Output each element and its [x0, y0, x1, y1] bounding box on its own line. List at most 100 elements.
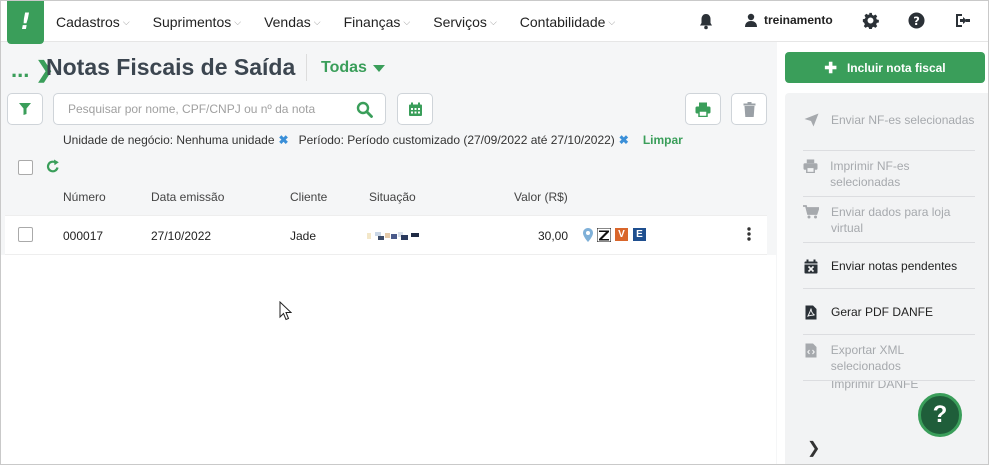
column-header-valor[interactable]: Valor (R$)	[514, 190, 568, 204]
badge-e[interactable]: E	[633, 228, 646, 241]
divider	[803, 334, 975, 335]
cell-cliente: Jade	[290, 229, 317, 243]
calendar-icon	[408, 102, 422, 116]
plus-icon: ✚	[824, 59, 837, 77]
z-logo-icon[interactable]	[597, 228, 611, 242]
chevron-down-icon: ⌵	[403, 17, 411, 27]
status-indicator	[367, 232, 419, 240]
menu-label: Vendas	[264, 13, 311, 30]
search-box	[53, 93, 386, 125]
menu-contabilidade[interactable]: Contabilidade ⌵	[520, 14, 615, 30]
page-title: Notas Fiscais de Saída	[46, 54, 296, 80]
chevron-down-icon: ⌵	[489, 17, 497, 27]
chevron-down-icon: ⌵	[313, 17, 321, 27]
caret-down-icon	[372, 64, 385, 72]
date-filter-button[interactable]	[397, 93, 433, 125]
badge-v[interactable]: V	[615, 228, 628, 241]
chevron-down-icon: ⌵	[122, 17, 130, 27]
column-header-data-emissao[interactable]: Data emissão	[151, 190, 224, 204]
print-icon	[803, 159, 818, 173]
action-send-nfes[interactable]: Enviar NF-es selecionadas	[803, 112, 975, 128]
clear-filters-link[interactable]: Limpar	[643, 133, 683, 147]
column-header-numero[interactable]: Número	[63, 190, 106, 204]
menu-cadastros[interactable]: Cadastros ⌵	[56, 14, 130, 30]
mouse-cursor-icon	[279, 301, 292, 321]
filter-button[interactable]	[7, 93, 43, 125]
chevron-right-icon[interactable]: ❯	[807, 438, 820, 458]
chevron-down-icon: ⌵	[608, 17, 616, 27]
menu-label: Finanças	[343, 13, 401, 30]
trash-icon	[743, 101, 755, 117]
delete-button[interactable]	[731, 93, 767, 125]
include-invoice-label: Incluir nota fiscal	[846, 60, 946, 75]
help-button[interactable]: ?	[918, 393, 962, 437]
filter-icon	[19, 103, 31, 115]
pdf-icon	[803, 305, 819, 320]
action-label: Exportar XML selecionados	[830, 343, 904, 373]
code-file-icon	[803, 343, 819, 358]
action-export-xml[interactable]: Exportar XML selecionados	[803, 342, 975, 374]
user-name: treinamento	[764, 13, 833, 27]
status-filter-dropdown[interactable]: Todas	[321, 59, 385, 77]
remove-filter-icon[interactable]: ✖	[619, 133, 629, 147]
user-menu[interactable]: treinamento	[744, 13, 833, 27]
menu-servicos[interactable]: Serviços ⌵	[433, 14, 497, 30]
action-send-store[interactable]: Enviar dados para loja virtual	[803, 204, 975, 236]
cell-numero: 000017	[63, 229, 104, 243]
cart-icon	[803, 205, 819, 219]
menu-vendas[interactable]: Vendas ⌵	[264, 14, 321, 30]
gear-icon[interactable]	[862, 12, 879, 29]
refresh-icon[interactable]	[46, 159, 60, 174]
more-options-icon[interactable]	[747, 227, 751, 241]
action-label: Imprimir NF-es selecionadas	[830, 159, 910, 189]
remove-filter-icon[interactable]: ✖	[279, 133, 289, 147]
cell-valor: 30,00	[538, 229, 569, 243]
menu-label: Suprimentos	[152, 13, 232, 30]
menu-label: Contabilidade	[519, 13, 606, 30]
content-area	[1, 255, 776, 464]
menu-financas[interactable]: Finanças ⌵	[344, 14, 411, 30]
action-generate-pdf[interactable]: Gerar PDF DANFE	[803, 304, 975, 320]
app-logo[interactable]: !	[7, 1, 44, 44]
divider	[306, 54, 307, 81]
search-input[interactable]	[68, 94, 348, 124]
action-print-danfe[interactable]: Imprimir DANFE	[803, 381, 975, 393]
breadcrumb-ellipsis: ...	[11, 57, 30, 82]
chevron-down-icon: ⌵	[234, 17, 242, 27]
menu-label: Serviços	[433, 13, 487, 30]
help-circle-icon[interactable]: ?	[908, 12, 925, 29]
calendar-x-icon	[803, 259, 819, 274]
filter-chip-period: Período: Período customizado (27/09/2022…	[298, 133, 615, 147]
row-checkbox[interactable]	[18, 227, 33, 242]
action-label: Imprimir DANFE	[831, 381, 919, 391]
main-menu: Cadastros ⌵ Suprimentos ⌵ Vendas ⌵ Finanças…	[56, 1, 638, 42]
filter-chip-business-unit: Unidade de negócio: Nenhuma unidade	[63, 133, 275, 147]
actions-scroll-clip: Imprimir DANFE	[785, 381, 988, 393]
divider	[803, 242, 975, 243]
select-all-checkbox[interactable]	[18, 160, 33, 175]
column-header-situacao[interactable]: Situação	[369, 190, 416, 204]
send-icon	[803, 113, 819, 127]
include-invoice-button[interactable]: ✚ Incluir nota fiscal	[785, 52, 985, 83]
logout-icon[interactable]	[954, 12, 972, 29]
divider	[803, 288, 975, 289]
svg-text:?: ?	[913, 14, 920, 28]
active-filters: Unidade de negócio: Nenhuma unidade ✖ Pe…	[63, 133, 683, 147]
status-filter-label: Todas	[321, 59, 367, 76]
print-button[interactable]	[685, 93, 721, 125]
divider	[803, 150, 975, 151]
menu-suprimentos[interactable]: Suprimentos ⌵	[153, 14, 241, 30]
action-label: Enviar NF-es selecionadas	[831, 113, 975, 127]
divider	[803, 196, 975, 197]
search-icon[interactable]	[356, 101, 373, 118]
map-pin-icon[interactable]	[583, 228, 593, 242]
action-send-pending[interactable]: Enviar notas pendentes	[803, 258, 975, 274]
action-label: Enviar dados para loja virtual	[831, 205, 951, 235]
top-navbar: ! Cadastros ⌵ Suprimentos ⌵ Vendas ⌵ Finanç…	[1, 1, 988, 44]
action-print-nfes[interactable]: Imprimir NF-es selecionadas	[803, 158, 975, 190]
column-header-cliente[interactable]: Cliente	[290, 190, 327, 204]
bell-icon[interactable]	[698, 13, 714, 30]
print-icon	[695, 102, 711, 117]
user-icon	[745, 13, 757, 27]
action-label: Enviar notas pendentes	[831, 259, 958, 273]
